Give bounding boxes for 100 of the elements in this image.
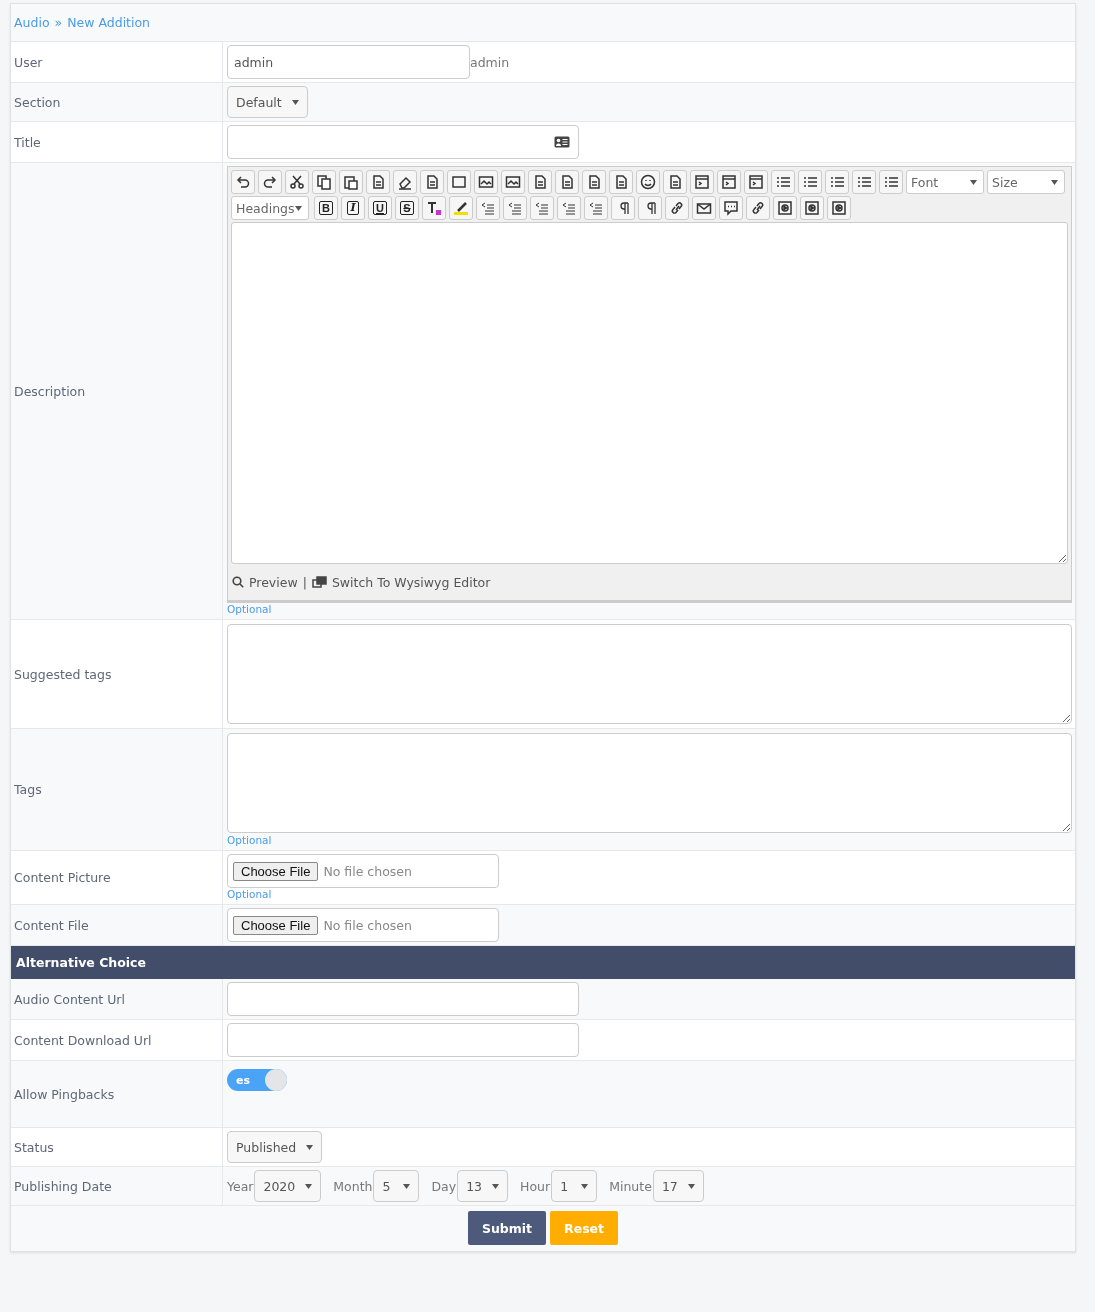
- select-dropdown[interactable]: Default: [227, 86, 308, 118]
- format-button[interactable]: B: [314, 196, 338, 220]
- format-button[interactable]: S: [395, 196, 419, 220]
- field-label: Status: [14, 1139, 54, 1155]
- contact-card-icon: [554, 136, 570, 148]
- list-icon: [829, 174, 845, 190]
- list-icon: [802, 174, 818, 190]
- document-icon: [559, 174, 575, 190]
- file-input[interactable]: Choose File No file chosen: [227, 854, 499, 888]
- select-dropdown[interactable]: 2020: [254, 1170, 322, 1202]
- toolbar-button[interactable]: [773, 196, 797, 220]
- toolbar-button[interactable]: [692, 196, 716, 220]
- toolbar-button[interactable]: [852, 170, 876, 194]
- select-dropdown[interactable]: Published: [227, 1131, 323, 1163]
- file-input[interactable]: Choose File No file chosen: [227, 908, 499, 942]
- user-name: admin: [470, 54, 510, 70]
- toolbar-button[interactable]: [611, 196, 635, 220]
- clipboard-icon: [343, 174, 359, 190]
- toolbar-button[interactable]: [663, 170, 687, 194]
- optional-hint: Optional: [227, 603, 272, 616]
- input-field[interactable]: [227, 982, 579, 1016]
- select-dropdown[interactable]: 13: [457, 1170, 509, 1202]
- toolbar-button[interactable]: [636, 170, 660, 194]
- toolbar-button[interactable]: [746, 196, 770, 220]
- document-icon: [532, 174, 548, 190]
- field-label: Content Picture: [14, 870, 111, 885]
- toolbar-button[interactable]: [285, 170, 309, 194]
- caret-icon: [492, 1183, 500, 1189]
- indent-icon: [561, 200, 577, 216]
- toolbar-button[interactable]: [231, 170, 255, 194]
- toolbar-button[interactable]: [744, 170, 768, 194]
- toolbar-button[interactable]: [717, 170, 741, 194]
- toolbar-button[interactable]: [420, 170, 444, 194]
- list-icon: [775, 174, 791, 190]
- toolbar-button[interactable]: [339, 170, 363, 194]
- window-icon: [748, 174, 764, 190]
- toolbar-button[interactable]: [312, 170, 336, 194]
- frame-icon: [451, 174, 467, 190]
- date-part-label: Minute: [609, 1178, 652, 1194]
- select-dropdown[interactable]: 17: [652, 1170, 704, 1202]
- caret-icon: [306, 1144, 314, 1150]
- toolbar-button[interactable]: [555, 170, 579, 194]
- link-icon: [750, 200, 766, 216]
- file-status: No file chosen: [323, 917, 412, 933]
- choose-file-button[interactable]: Choose File: [233, 915, 319, 935]
- copy-icon: [316, 174, 332, 190]
- caret-icon: [291, 99, 299, 105]
- indent-icon: [588, 200, 604, 216]
- input-field[interactable]: [227, 125, 579, 159]
- breadcrumb-separator: »: [54, 15, 63, 30]
- select-dropdown[interactable]: 5: [373, 1170, 420, 1202]
- toolbar-button[interactable]: [393, 170, 417, 194]
- toolbar-button[interactable]: [447, 170, 471, 194]
- file-status: No file chosen: [323, 863, 412, 879]
- document-icon: [424, 174, 440, 190]
- toolbar-button[interactable]: [665, 196, 689, 220]
- window-icon: [694, 174, 710, 190]
- field-label: Tags: [14, 782, 42, 797]
- font-dropdown[interactable]: Font: [906, 170, 984, 194]
- field-label: Suggested tags: [14, 666, 112, 682]
- headings-dropdown[interactable]: Headings: [231, 196, 309, 220]
- size-dropdown[interactable]: Size: [987, 170, 1065, 194]
- toolbar-button[interactable]: [719, 196, 743, 220]
- switch-editor-link[interactable]: Switch To Wysiwyg Editor: [331, 574, 491, 590]
- toolbar-button[interactable]: [449, 196, 473, 220]
- toolbar-button[interactable]: [771, 170, 795, 194]
- toolbar-button[interactable]: [690, 170, 714, 194]
- choose-file-button[interactable]: Choose File: [233, 861, 319, 881]
- toolbar-button[interactable]: [366, 170, 390, 194]
- toolbar-button[interactable]: [827, 196, 851, 220]
- toolbar-button[interactable]: [798, 170, 822, 194]
- toolbar-button[interactable]: [528, 170, 552, 194]
- document-icon: [586, 174, 602, 190]
- field-label: User: [14, 54, 43, 70]
- submit-button[interactable]: Submit: [467, 1211, 547, 1245]
- toolbar-button[interactable]: [422, 196, 446, 220]
- format-button[interactable]: I: [341, 196, 365, 220]
- video-icon: [777, 200, 793, 216]
- video-icon: [831, 200, 847, 216]
- input-field[interactable]: [227, 1023, 579, 1057]
- toolbar-button[interactable]: [825, 170, 849, 194]
- select-dropdown[interactable]: 1: [551, 1170, 598, 1202]
- preview-link[interactable]: Preview: [249, 574, 298, 590]
- toolbar-button[interactable]: [638, 196, 662, 220]
- caret-icon: [1051, 179, 1058, 185]
- toolbar-button[interactable]: [582, 170, 606, 194]
- document-icon: [667, 174, 683, 190]
- highlighter-icon: [453, 200, 469, 216]
- field-label: Section: [14, 94, 61, 110]
- toolbar-button[interactable]: [501, 170, 525, 194]
- toolbar-button[interactable]: [474, 170, 498, 194]
- list-icon: [856, 174, 872, 190]
- toolbar-button[interactable]: [879, 170, 903, 194]
- toolbar-button[interactable]: [609, 170, 633, 194]
- toolbar-button[interactable]: [258, 170, 282, 194]
- search-icon: [232, 576, 244, 588]
- list-icon: [883, 174, 899, 190]
- input-field[interactable]: admin: [227, 45, 470, 79]
- format-button[interactable]: U: [368, 196, 392, 220]
- toolbar-button[interactable]: [800, 196, 824, 220]
